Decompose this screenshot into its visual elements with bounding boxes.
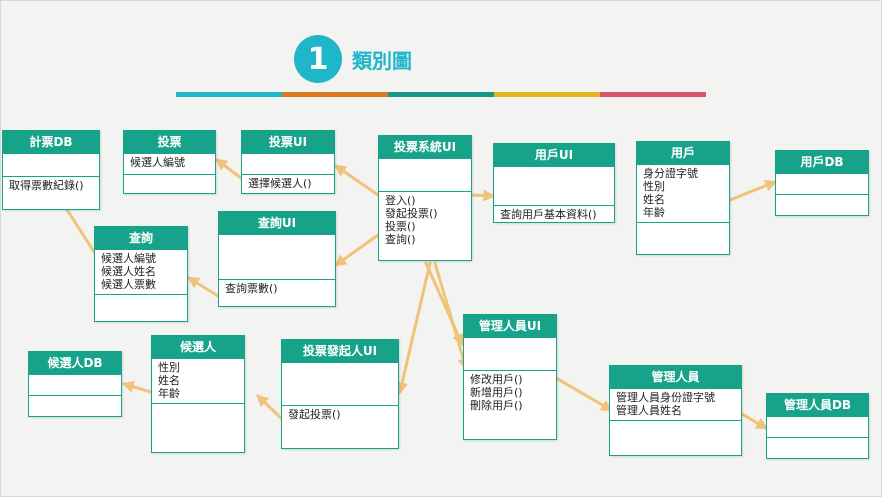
title-rule-1	[176, 92, 282, 97]
class-name: 候選人DB	[29, 352, 121, 375]
class-jipiao-db: 計票DB 取得票數紀錄()	[2, 130, 100, 210]
class-methods: 登入() 發起投票() 投票() 查詢()	[379, 191, 471, 260]
class-yonghu-ui: 用戶UI 查詢用戶基本資料()	[493, 143, 615, 223]
class-houxuanren-db: 候選人DB	[28, 351, 122, 417]
title-rule-5	[600, 92, 706, 97]
class-toupiao-system-ui: 投票系統UI 登入() 發起投票() 投票() 查詢()	[378, 135, 472, 261]
class-attributes	[776, 174, 868, 194]
attribute: 候選人姓名	[101, 265, 156, 278]
class-attributes	[29, 375, 121, 395]
class-name: 投票	[124, 131, 215, 154]
method: 修改用戶()	[470, 373, 523, 386]
class-attributes	[219, 235, 335, 279]
attribute: 姓名	[643, 193, 665, 206]
class-methods	[124, 174, 215, 193]
class-chaxun-ui: 查詢UI 查詢票數()	[218, 211, 336, 307]
method: 新增用戶()	[470, 386, 523, 399]
class-attributes	[282, 363, 398, 405]
class-name: 投票發起人UI	[282, 340, 398, 363]
method: 投票()	[385, 220, 416, 233]
class-methods	[29, 395, 121, 416]
class-methods	[767, 437, 868, 458]
class-attributes	[494, 167, 614, 205]
title-rule-4	[494, 92, 600, 97]
class-yonghu-db: 用戶DB	[775, 150, 869, 216]
class-name: 計票DB	[3, 131, 99, 154]
class-name: 用戶UI	[494, 144, 614, 167]
page-title: 類別圖	[352, 49, 412, 73]
title-number-badge: 1	[294, 35, 342, 83]
class-methods: 發起投票()	[282, 405, 398, 448]
class-attributes: 候選人編號 候選人姓名 候選人票數	[95, 250, 187, 294]
class-name: 用戶	[637, 142, 729, 165]
method: 查詢用戶基本資料()	[500, 207, 597, 221]
class-houxuanren: 候選人 性別 姓名 年齡	[151, 335, 245, 453]
attribute: 管理人員姓名	[616, 404, 682, 417]
method: 查詢票數()	[225, 282, 278, 295]
class-attributes	[767, 417, 868, 437]
class-guanli-ui: 管理人員UI 修改用戶() 新增用戶() 刪除用戶()	[463, 314, 557, 440]
attribute: 姓名	[158, 374, 180, 387]
class-attributes	[3, 154, 99, 176]
class-attributes: 候選人編號	[124, 154, 215, 174]
method: 發起投票()	[288, 408, 341, 421]
method: 查詢()	[385, 233, 416, 246]
class-yonghu: 用戶 身分證字號 性別 姓名 年齡	[636, 141, 730, 255]
attribute: 身分證字號	[643, 167, 698, 180]
class-attributes: 身分證字號 性別 姓名 年齡	[637, 165, 729, 222]
class-methods	[152, 403, 244, 452]
class-name: 查詢UI	[219, 212, 335, 235]
class-toupiao-ui: 投票UI 選擇候選人()	[241, 130, 335, 194]
attribute: 年齡	[158, 387, 180, 400]
class-methods	[95, 294, 187, 321]
class-methods	[776, 194, 868, 215]
class-name: 投票UI	[242, 131, 334, 154]
class-methods: 查詢用戶基本資料()	[494, 204, 614, 222]
class-name: 管理人員UI	[464, 315, 556, 338]
attribute: 候選人編號	[130, 156, 185, 169]
class-attributes	[379, 159, 471, 191]
title-rule-2	[282, 92, 388, 97]
class-name: 投票系統UI	[379, 136, 471, 159]
class-guanli: 管理人員 管理人員身份證字號 管理人員姓名	[609, 365, 742, 456]
class-methods: 選擇候選人()	[242, 174, 334, 193]
attribute: 性別	[158, 361, 180, 374]
class-name: 用戶DB	[776, 151, 868, 174]
title-rule-3	[388, 92, 494, 97]
class-methods	[637, 222, 729, 254]
method: 刪除用戶()	[470, 399, 523, 412]
class-methods: 修改用戶() 新增用戶() 刪除用戶()	[464, 370, 556, 439]
class-name: 管理人員DB	[767, 394, 868, 417]
class-attributes	[242, 154, 334, 174]
class-faqiren-ui: 投票發起人UI 發起投票()	[281, 339, 399, 449]
method: 取得票數紀錄()	[9, 179, 84, 192]
class-name: 候選人	[152, 336, 244, 359]
class-methods: 查詢票數()	[219, 279, 335, 306]
class-name: 查詢	[95, 227, 187, 250]
class-guanli-db: 管理人員DB	[766, 393, 869, 459]
attribute: 年齡	[643, 206, 665, 219]
method: 發起投票()	[385, 207, 438, 220]
method: 選擇候選人()	[248, 177, 312, 190]
class-attributes: 性別 姓名 年齡	[152, 359, 244, 403]
attribute: 候選人票數	[101, 278, 156, 291]
attribute: 候選人編號	[101, 252, 156, 265]
class-methods	[610, 420, 741, 455]
attribute: 性別	[643, 180, 665, 193]
class-toupiao: 投票候選人編號	[123, 130, 216, 194]
attribute: 管理人員身份證字號	[616, 391, 715, 404]
class-attributes	[464, 338, 556, 370]
class-name: 管理人員	[610, 366, 741, 389]
method: 登入()	[385, 194, 416, 207]
class-attributes: 管理人員身份證字號 管理人員姓名	[610, 389, 741, 420]
class-chaxun: 查詢 候選人編號 候選人姓名 候選人票數	[94, 226, 188, 322]
class-methods: 取得票數紀錄()	[3, 176, 99, 209]
